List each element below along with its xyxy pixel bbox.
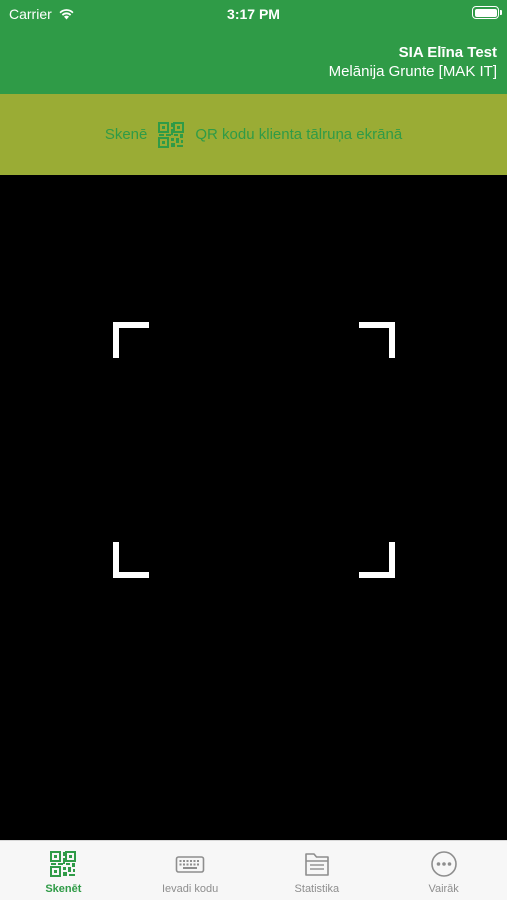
scan-instruction-banner: Skenē QR kodu klienta tālruņa ekrānā — [0, 94, 507, 175]
clock: 3:17 PM — [227, 6, 280, 22]
camera-viewfinder[interactable] — [0, 175, 507, 840]
tab-scan[interactable]: Skenēt — [0, 841, 127, 900]
user-name: Melānija Grunte [MAK IT] — [328, 63, 497, 80]
tab-statistics[interactable]: Statistika — [254, 841, 381, 900]
tab-enter-code[interactable]: Ievadi kodu — [127, 841, 254, 900]
tab-scan-label: Skenēt — [45, 883, 82, 895]
company-name: SIA Elīna Test — [398, 44, 497, 61]
battery-icon — [472, 6, 502, 19]
tab-more[interactable]: Vairāk — [380, 841, 507, 900]
tab-enter-code-label: Ievadi kodu — [161, 883, 219, 895]
qr-code-icon — [158, 121, 185, 148]
viewfinder-corner-bottom-right — [359, 542, 395, 578]
banner-suffix: QR kodu klienta tālruņa ekrānā — [195, 126, 403, 143]
tab-bar: Skenēt Ievadi kodu Statistika Vairāk — [0, 840, 507, 900]
banner-prefix: Skenē — [104, 126, 148, 143]
tab-more-label: Vairāk — [428, 883, 459, 895]
viewfinder-corner-top-right — [359, 322, 395, 358]
viewfinder-corner-bottom-left — [113, 542, 149, 578]
folder-icon — [305, 853, 329, 876]
keyboard-icon — [175, 856, 205, 873]
viewfinder-corner-top-left — [113, 322, 149, 358]
status-bar: Carrier 3:17 PM — [0, 0, 507, 27]
account-header: SIA Elīna Test Melānija Grunte [MAK IT] — [0, 27, 507, 94]
more-icon — [430, 851, 457, 877]
tab-statistics-label: Statistika — [294, 883, 340, 895]
qr-code-icon — [50, 851, 77, 877]
